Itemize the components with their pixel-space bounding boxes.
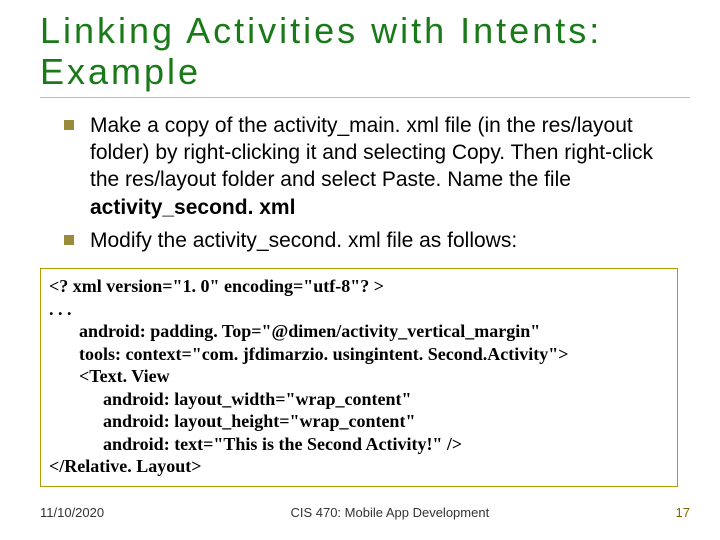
code-line: <Text. View — [49, 365, 669, 388]
code-line: android: layout_width="wrap_content" — [49, 388, 669, 411]
code-line: tools: context="com. jfdimarzio. usingin… — [49, 343, 669, 366]
bullet-bold: activity_second. xml — [90, 196, 295, 219]
bullet-list: Make a copy of the activity_main. xml fi… — [40, 112, 690, 254]
bullet-item: Modify the activity_second. xml file as … — [64, 227, 670, 254]
slide-footer: 11/10/2020 CIS 470: Mobile App Developme… — [0, 505, 720, 520]
bullet-item: Make a copy of the activity_main. xml fi… — [64, 112, 670, 221]
code-line: android: text="This is the Second Activi… — [49, 433, 669, 456]
code-line: <? xml version="1. 0" encoding="utf-8"? … — [49, 275, 669, 298]
footer-date: 11/10/2020 — [40, 505, 104, 520]
code-line: </Relative. Layout> — [49, 455, 669, 478]
footer-page-number: 17 — [676, 505, 690, 520]
title-line-2: Example — [40, 51, 201, 92]
slide-title: Linking Activities with Intents: Example — [40, 10, 690, 93]
code-box: <? xml version="1. 0" encoding="utf-8"? … — [40, 268, 678, 487]
footer-course: CIS 470: Mobile App Development — [104, 505, 675, 520]
title-line-1: Linking Activities with Intents: — [40, 10, 602, 51]
slide: Linking Activities with Intents: Example… — [0, 0, 720, 540]
title-underline — [40, 97, 690, 98]
bullet-text: Modify the activity_second. xml file as … — [90, 229, 517, 252]
code-line: . . . — [49, 298, 669, 321]
code-line: android: padding. Top="@dimen/activity_v… — [49, 320, 669, 343]
bullet-text: Make a copy of the activity_main. xml fi… — [90, 114, 653, 192]
code-line: android: layout_height="wrap_content" — [49, 410, 669, 433]
